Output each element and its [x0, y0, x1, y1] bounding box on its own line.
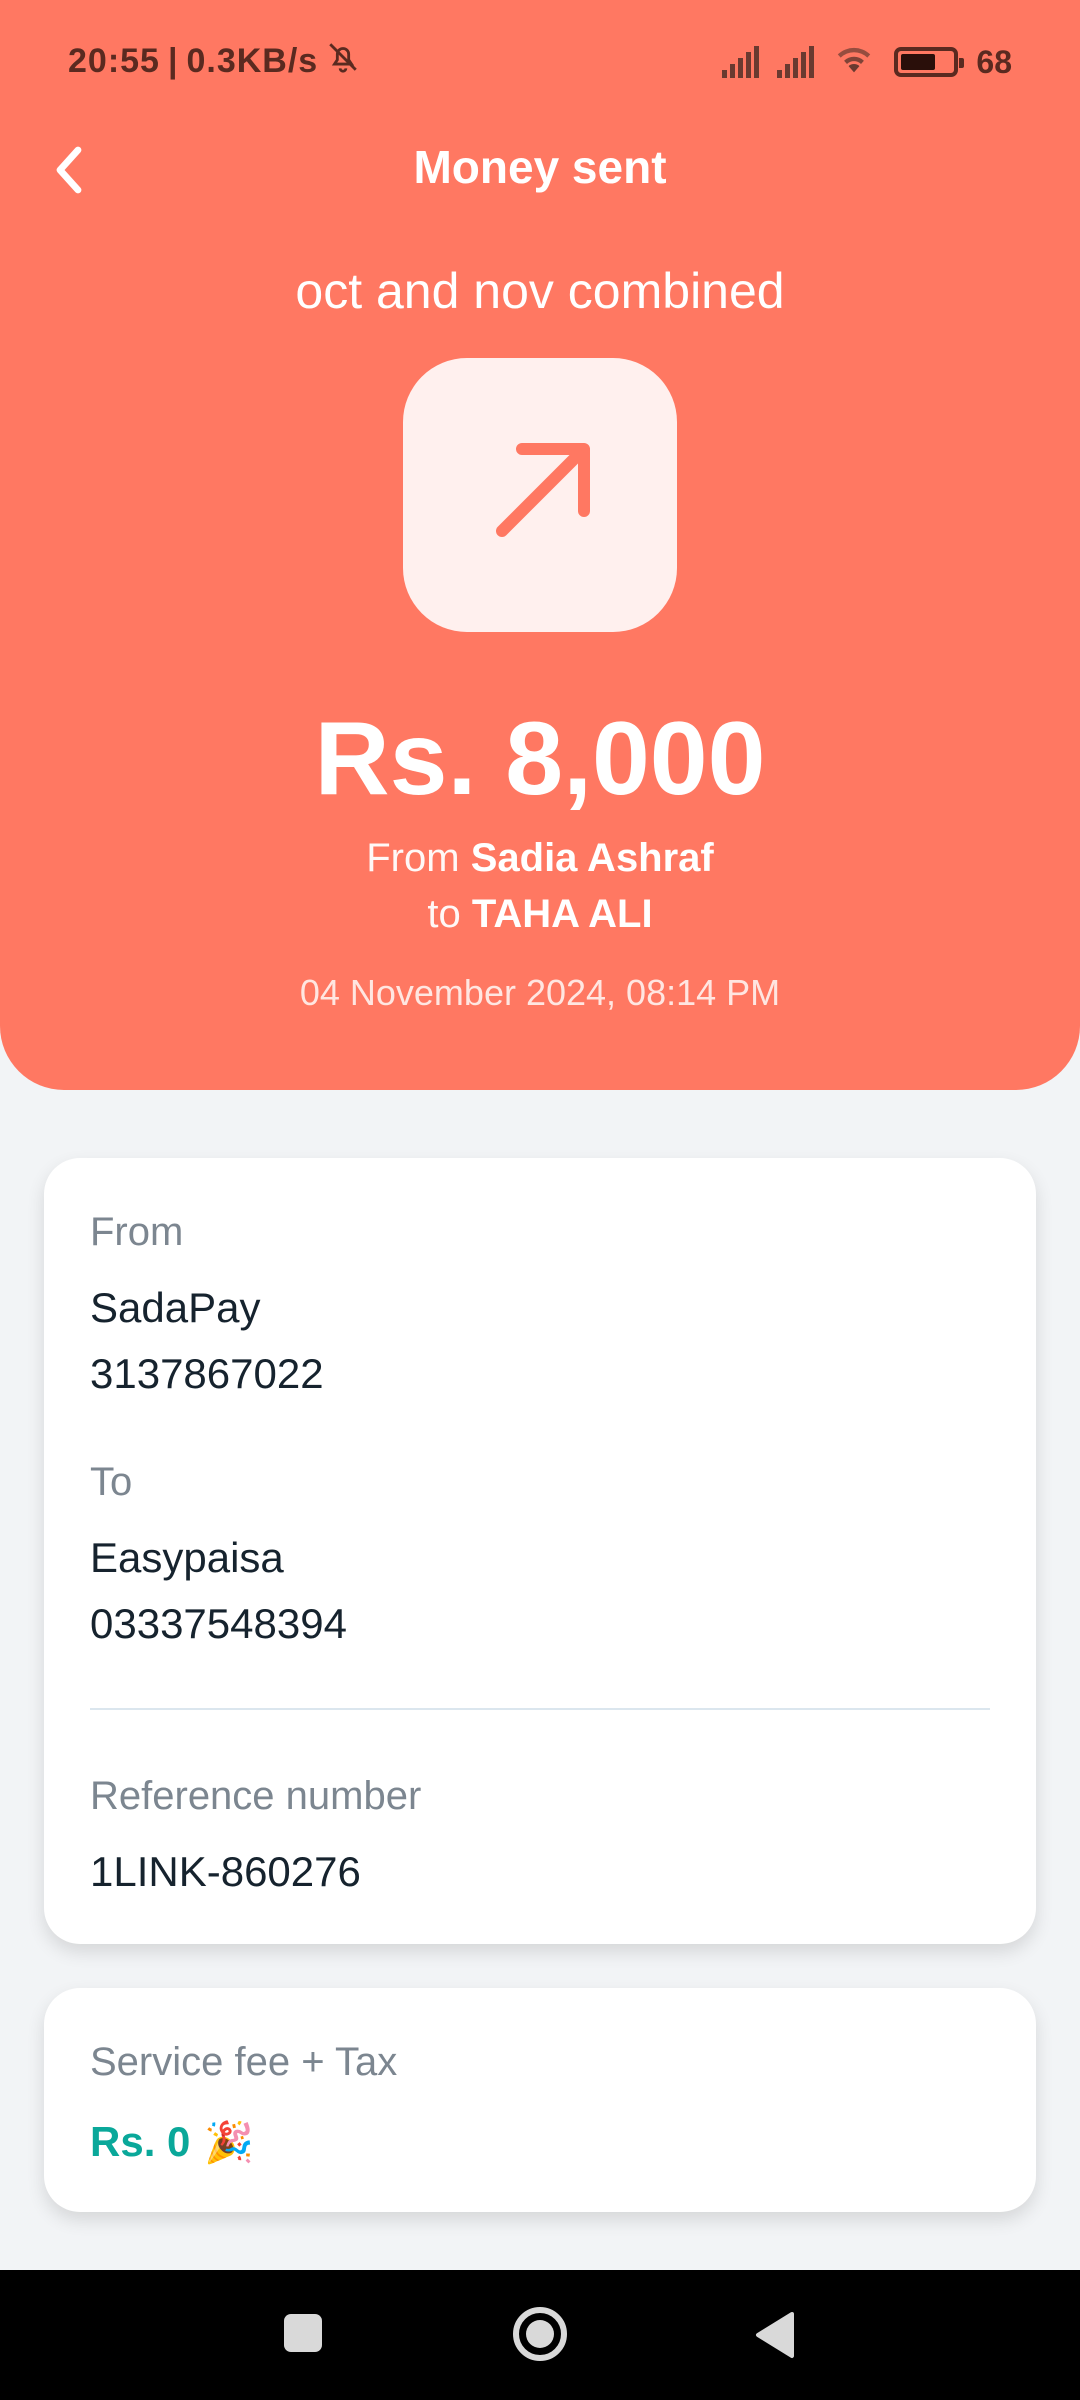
- transaction-icon-tile: [403, 358, 677, 632]
- party-popper-icon: 🎉: [204, 2119, 255, 2166]
- recents-button[interactable]: [280, 2310, 330, 2360]
- to-prefix: to: [427, 892, 461, 936]
- recipient-name: TAHA ALI: [471, 892, 653, 936]
- battery-percent: 68: [976, 43, 1012, 80]
- status-right: 68: [722, 40, 1012, 84]
- to-label: To: [90, 1460, 133, 1504]
- divider: [90, 1708, 990, 1710]
- transaction-details-card: From SadaPay 3137867022 To Easypaisa 033…: [44, 1158, 1036, 1944]
- page-title: Money sent: [413, 141, 667, 193]
- transaction-amount: Rs. 8,000: [314, 701, 766, 817]
- status-bar: 20:55 | 0.3KB/s 68: [0, 0, 1080, 120]
- back-nav-button[interactable]: [752, 2310, 802, 2360]
- triangle-back-icon: [756, 2312, 794, 2358]
- battery-icon: [894, 47, 965, 77]
- arrow-up-right-icon: [496, 443, 590, 537]
- from-bank: SadaPay: [90, 1284, 261, 1331]
- service-fee-label: Service fee + Tax: [90, 2040, 398, 2084]
- system-navigation-bar: [0, 2270, 1080, 2400]
- service-fee-amount: Rs. 0: [90, 2118, 191, 2165]
- notifications-muted-icon: [326, 40, 360, 83]
- reference-number[interactable]: 1LINK-860276: [90, 1848, 361, 1896]
- circle-icon: [513, 2307, 567, 2361]
- to-account: 03337548394: [90, 1600, 347, 1647]
- from-prefix: From: [366, 836, 460, 880]
- status-time: 20:55: [68, 42, 160, 80]
- service-fee-card: Service fee + Tax Rs. 0 🎉: [44, 1988, 1036, 2212]
- sender-name: Sadia Ashraf: [470, 836, 714, 880]
- home-button[interactable]: [510, 2304, 570, 2364]
- transaction-parties: From Sadia Ashraf to TAHA ALI: [0, 830, 1080, 942]
- transaction-header: 20:55 | 0.3KB/s 68 Money sent oct and no…: [0, 0, 1080, 1090]
- status-left: 20:55 | 0.3KB/s: [68, 40, 360, 83]
- signal-icon: [777, 46, 815, 78]
- wifi-icon: [832, 40, 876, 84]
- from-account: 3137867022: [90, 1350, 324, 1397]
- network-speed: 0.3KB/s: [186, 42, 319, 80]
- transaction-timestamp: 04 November 2024, 08:14 PM: [299, 972, 781, 1013]
- from-label: From: [90, 1210, 184, 1254]
- square-icon: [284, 2314, 322, 2352]
- caption-overlay: oct and nov combined: [295, 263, 785, 319]
- signal-icon: [722, 46, 760, 78]
- reference-label: Reference number: [90, 1774, 422, 1818]
- to-bank: Easypaisa: [90, 1534, 284, 1581]
- service-fee-value: Rs. 0 🎉: [90, 2118, 254, 2166]
